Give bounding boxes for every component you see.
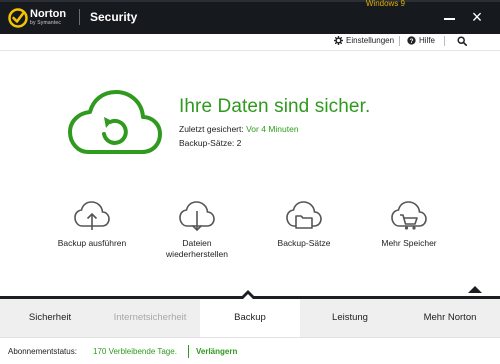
more-storage-label: Mehr Speicher [381, 238, 437, 248]
last-backup-value[interactable]: Vor 4 Minuten [246, 124, 298, 134]
cloud-folder-icon [286, 201, 322, 229]
norton-logo-icon [8, 8, 28, 28]
days-remaining: 170 Verbleibende Tage. [93, 347, 177, 356]
status-bar: Abonnementstatus: 170 Verbleibende Tage.… [0, 337, 500, 364]
tab-bar: Sicherheit Internetsicherheit Backup Lei… [0, 299, 500, 337]
more-storage-button[interactable]: Mehr Speicher [364, 200, 454, 249]
brand-subtitle: by Symantec [30, 20, 62, 26]
toolbar-separator [444, 36, 445, 46]
last-backup-line: Zuletzt gesichert: Vor 4 Minuten [179, 124, 299, 134]
cloud-download-icon [179, 201, 215, 232]
tab-more-norton[interactable]: Mehr Norton [400, 299, 500, 337]
last-backup-label: Zuletzt gesichert: [179, 124, 244, 134]
window-caption-fragment: Windows 9 [365, 0, 405, 8]
run-backup-button[interactable]: Backup ausführen [47, 200, 137, 249]
tab-performance[interactable]: Leistung [300, 299, 400, 337]
search-icon [457, 36, 467, 46]
backup-sets-line: Backup-Sätze: 2 [179, 138, 241, 148]
close-button[interactable]: × [468, 8, 486, 26]
collapse-icon[interactable] [466, 284, 484, 294]
subscription-label: Abonnementstatus: [8, 347, 77, 356]
settings-label: Einstellungen [346, 36, 395, 45]
toolbar-divider [0, 50, 500, 51]
window-top-strip [0, 0, 500, 2]
renew-link[interactable]: Verlängern [196, 347, 237, 356]
backup-sets-value: 2 [236, 138, 242, 148]
brand-name: Norton [30, 8, 67, 20]
gear-icon [334, 36, 343, 45]
window-title: Security [90, 10, 138, 24]
toolbar-separator [399, 36, 400, 46]
settings-link[interactable]: Einstellungen [334, 36, 394, 45]
restore-files-label: Dateien wiederherstellen [166, 238, 228, 259]
tab-backup[interactable]: Backup [200, 299, 300, 337]
svg-text:?: ? [410, 38, 414, 45]
cloud-cart-icon [391, 201, 427, 230]
title-bar: Windows 9 Norton by Symantec Security × [0, 0, 500, 34]
backup-sets-button[interactable]: Backup-Sätze [259, 200, 349, 249]
backup-sets-label: Backup-Sätze: [179, 138, 235, 148]
status-headline: Ihre Daten sind sicher. [179, 96, 371, 117]
cloud-sync-icon [68, 90, 162, 154]
minimize-button[interactable] [443, 10, 457, 24]
title-separator [79, 9, 80, 25]
restore-files-button[interactable]: Dateien wiederherstellen [152, 200, 242, 260]
run-backup-label: Backup ausführen [57, 238, 127, 248]
tab-internet-security[interactable]: Internetsicherheit [100, 299, 200, 337]
tab-security[interactable]: Sicherheit [0, 299, 100, 337]
help-icon: ? [407, 36, 416, 45]
toolbar: Einstellungen ? Hilfe [0, 34, 500, 50]
cloud-upload-icon [74, 201, 110, 230]
status-separator [188, 345, 189, 358]
help-label: Hilfe [419, 36, 436, 45]
help-link[interactable]: ? Hilfe [407, 36, 435, 45]
search-button[interactable] [457, 36, 467, 46]
backup-sets-label: Backup-Sätze [277, 238, 331, 248]
